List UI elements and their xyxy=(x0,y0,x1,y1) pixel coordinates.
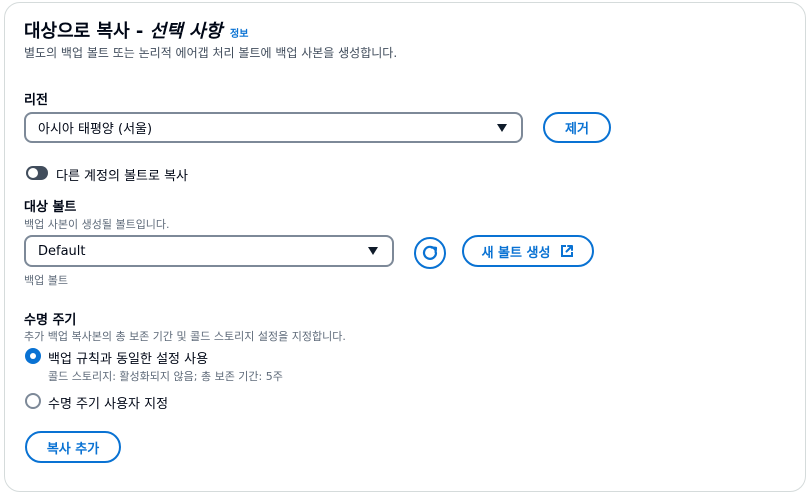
section-title: 대상으로 복사 - 선택 사항 xyxy=(24,17,222,43)
section-title-prefix: 대상으로 복사 - xyxy=(24,21,150,42)
section-title-optional: 선택 사항 xyxy=(149,21,223,42)
lifecycle-description: 추가 백업 복사본의 총 보존 기간 및 콜드 스토리지 설정을 지정합니다. xyxy=(24,330,346,343)
vault-description: 백업 사본이 생성될 볼트입니다. xyxy=(24,218,170,231)
remove-button[interactable]: 제거 xyxy=(543,112,611,143)
refresh-icon xyxy=(422,245,438,260)
cross-account-label: 다른 계정의 볼트로 복사 xyxy=(56,169,188,184)
radio-same-settings-detail: 콜드 스토리지: 활성화되지 않음; 총 보존 기간: 5주 xyxy=(48,370,283,383)
create-vault-label: 새 볼트 생성 xyxy=(481,245,551,261)
info-link[interactable]: 정보 xyxy=(230,25,248,40)
region-select[interactable]: 아시아 태평양 (서울) xyxy=(24,112,523,143)
caret-down-icon xyxy=(368,247,378,255)
radio-same-settings[interactable] xyxy=(25,348,41,364)
radio-same-settings-label: 백업 규칙과 동일한 설정 사용 xyxy=(48,352,209,367)
region-label: 리전 xyxy=(24,93,48,108)
cross-account-toggle[interactable] xyxy=(26,166,48,180)
external-link-icon xyxy=(561,245,574,257)
refresh-button[interactable] xyxy=(414,237,446,269)
vault-select-value: Default xyxy=(38,243,86,259)
region-select-value: 아시아 태평양 (서울) xyxy=(38,122,153,137)
section-description: 별도의 백업 볼트 또는 논리적 에어갭 처리 볼트에 백업 사본을 생성합니다… xyxy=(24,46,398,60)
caret-down-icon xyxy=(497,123,507,132)
lifecycle-label: 수명 주기 xyxy=(24,313,77,328)
vault-select[interactable]: Default xyxy=(24,235,394,267)
create-vault-button[interactable]: 새 볼트 생성 xyxy=(462,235,594,267)
vault-label: 대상 볼트 xyxy=(24,200,77,215)
toggle-knob xyxy=(28,168,38,178)
add-copy-button[interactable]: 복사 추가 xyxy=(25,431,121,463)
radio-custom-lifecycle-label: 수명 주기 사용자 지정 xyxy=(48,397,169,412)
radio-custom-lifecycle[interactable] xyxy=(25,393,41,409)
vault-hint: 백업 볼트 xyxy=(24,274,68,287)
